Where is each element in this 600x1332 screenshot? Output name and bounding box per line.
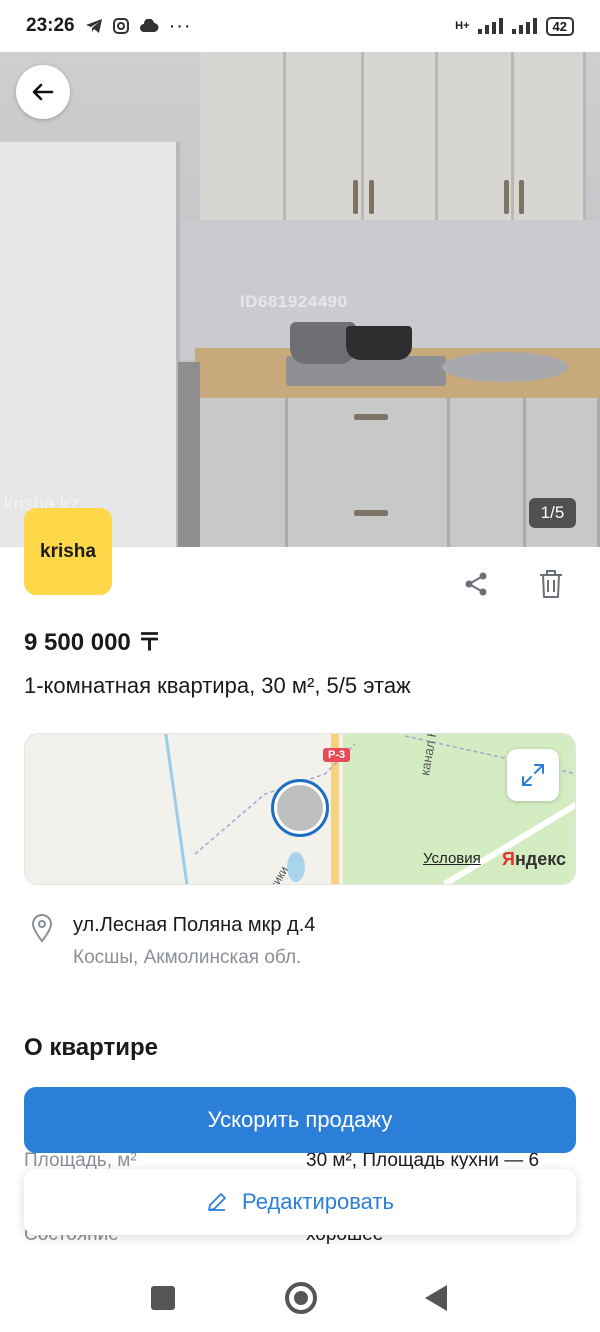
boost-sale-button[interactable]: Ускорить продажу [24, 1087, 576, 1153]
cloud-icon [139, 19, 159, 32]
telegram-icon [85, 19, 102, 33]
more-dots-icon: ··· [168, 14, 192, 37]
back-button[interactable] [16, 65, 70, 119]
arrow-left-icon [32, 83, 54, 101]
photo-cabinet [514, 52, 586, 220]
system-back-button[interactable] [425, 1285, 447, 1311]
listing-title: 1-комнатная квартира, 30 м², 5/5 этаж [24, 673, 411, 698]
pencil-icon [208, 1193, 226, 1211]
system-nav-bar [0, 1262, 600, 1332]
photo-cabinet [364, 52, 438, 220]
share-icon [465, 572, 487, 596]
map-location-pin[interactable] [271, 779, 329, 837]
photo-fridge [0, 142, 180, 547]
battery-indicator: 42 [545, 16, 574, 36]
home-button[interactable] [285, 1282, 317, 1314]
recents-button[interactable] [151, 1286, 175, 1310]
photo-cabinet [438, 52, 514, 220]
listing-price: 9 500 000 〒 [24, 629, 162, 656]
signal-icon-2 [511, 18, 537, 34]
krisha-logo: krisha [24, 508, 112, 595]
map-terms-link[interactable]: Условия [423, 850, 481, 867]
address-city: Косшы, Акмолинская обл. [73, 947, 302, 968]
map-expand-button[interactable] [507, 749, 559, 801]
status-bar: 23:26 ··· H+ 42 [0, 0, 600, 52]
network-type: H+ [455, 20, 470, 32]
edit-button[interactable]: Редактировать [24, 1169, 576, 1235]
photo-counter: 1/5 [529, 498, 576, 528]
photo-watermark-id: ID681924490 [240, 292, 348, 311]
section-title-about: О квартире [24, 1034, 158, 1061]
location-map[interactable]: Р-3 канал Нура-Иш блики Условия Яндекс [24, 733, 576, 885]
photo-cabinet [200, 52, 286, 220]
expand-icon [522, 764, 544, 786]
location-pin-icon [31, 914, 53, 943]
edit-button-label: Редактировать [242, 1189, 394, 1214]
instagram-icon [112, 18, 129, 34]
trash-icon [540, 570, 562, 598]
signal-icon [477, 18, 503, 34]
yandex-logo: Яндекс [502, 849, 567, 869]
map-road-label: Р-3 [323, 748, 351, 762]
status-time: 23:26 [26, 15, 75, 36]
delete-button[interactable] [533, 566, 569, 602]
listing-photo[interactable]: ID681924490 krisha.kz [0, 52, 600, 547]
address-street: ул.Лесная Поляна мкр д.4 [73, 914, 316, 936]
share-button[interactable] [458, 566, 494, 602]
